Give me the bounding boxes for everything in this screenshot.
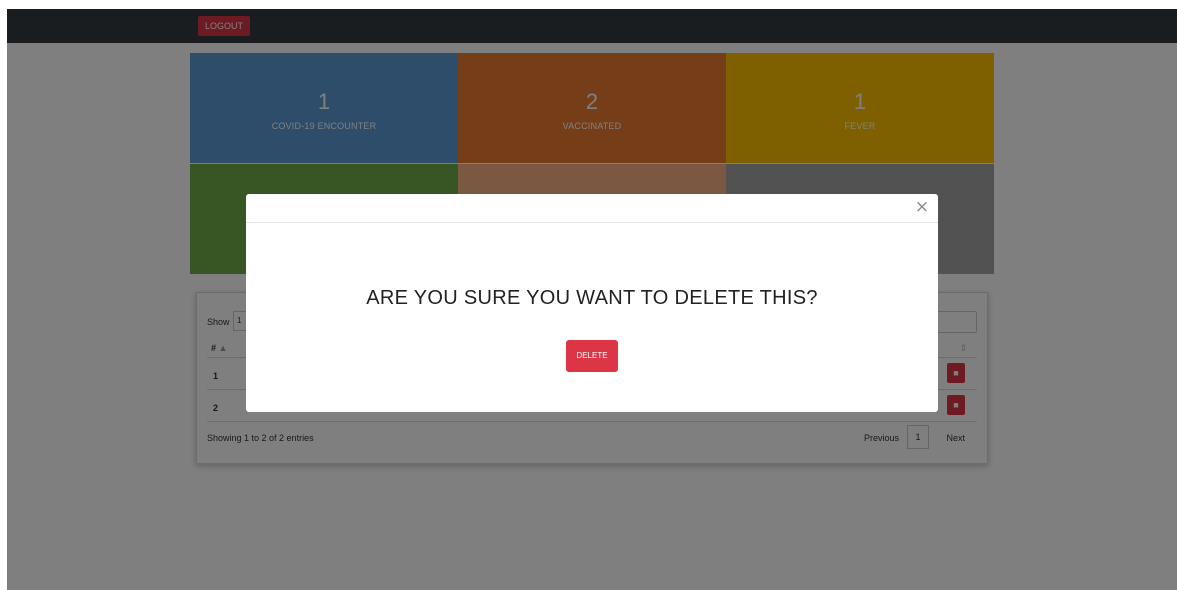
confirm-message: ARE YOU SURE YOU WANT TO DELETE THIS? — [366, 286, 818, 309]
app-window: LOGOUT 1 COVID-19 ENCOUNTER 2 VACCINATED… — [7, 9, 1177, 590]
modal-header: × — [246, 194, 938, 223]
delete-confirm-dialog: × ARE YOU SURE YOU WANT TO DELETE THIS? … — [246, 194, 938, 412]
delete-button[interactable]: DELETE — [566, 340, 618, 372]
close-icon[interactable]: × — [914, 199, 930, 216]
